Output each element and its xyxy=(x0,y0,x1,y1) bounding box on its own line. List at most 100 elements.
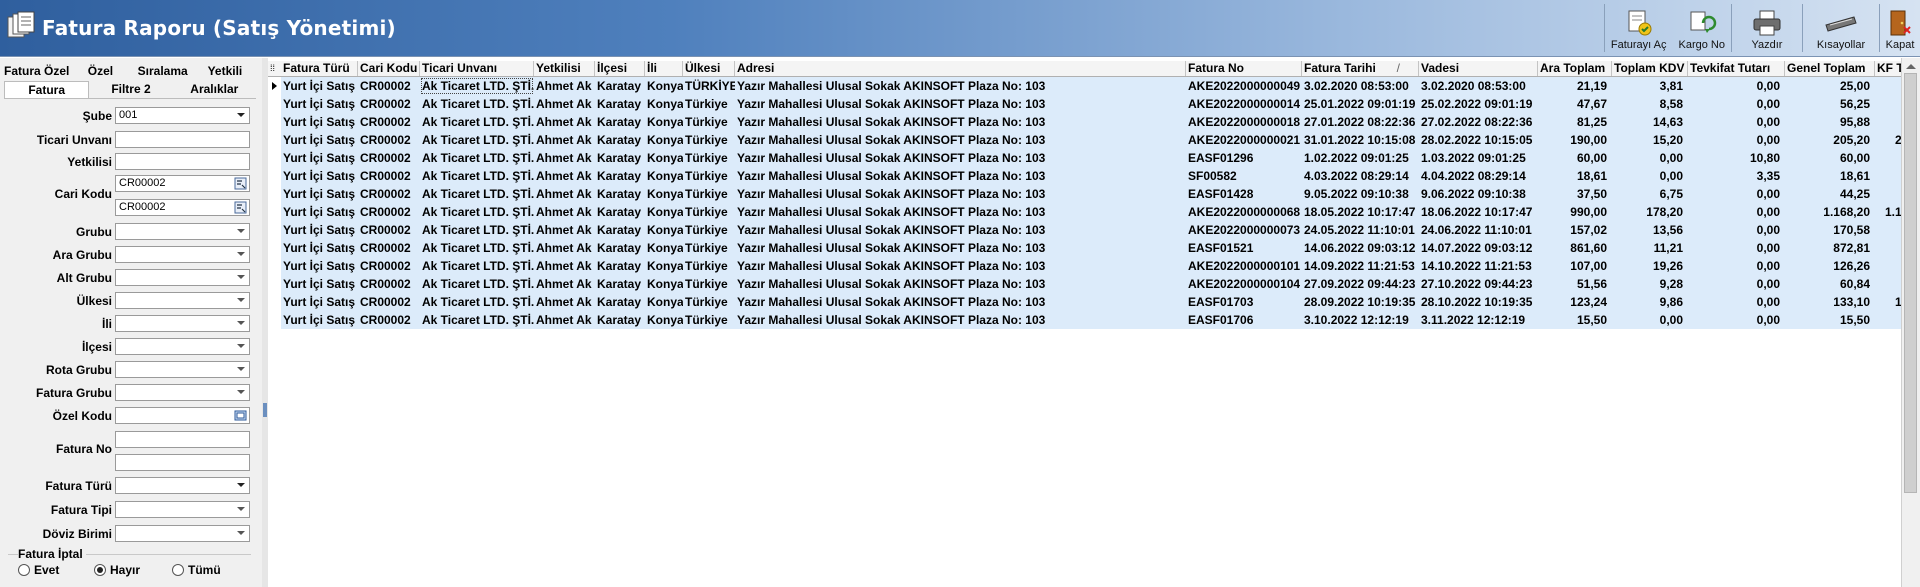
column-header-ticari-unvani[interactable]: Ticari Unvanı xyxy=(420,61,534,76)
fatura-no-to-input[interactable] xyxy=(115,454,250,471)
cell-fatura-turu[interactable]: Yurt İçi Satış xyxy=(281,185,358,203)
cell-tevkifat-tutari[interactable]: 0,00 xyxy=(1688,293,1785,311)
lookup-icon[interactable] xyxy=(234,177,247,190)
cell-fatura-tarihi[interactable]: 25.01.2022 09:01:19 xyxy=(1302,95,1419,113)
column-header-fatura-turu[interactable]: Fatura Türü xyxy=(281,61,358,76)
cell-vadesi[interactable]: 3.02.2020 08:53:00 xyxy=(1419,77,1538,95)
cell-genel-toplam[interactable]: 170,58 xyxy=(1785,221,1875,239)
cell-tevkifat-tutari[interactable]: 3,35 xyxy=(1688,167,1785,185)
row-indicator[interactable] xyxy=(268,239,281,257)
cell-fatura-turu[interactable]: Yurt İçi Satış xyxy=(281,311,358,329)
tab-siralama[interactable]: Sıralama xyxy=(132,63,194,80)
radio-hayir[interactable]: Hayır xyxy=(94,563,140,577)
cell-adresi[interactable]: Yazır Mahallesi Ulusal Sokak AKINSOFT Pl… xyxy=(735,275,1186,293)
cell-tevkifat-tutari[interactable]: 0,00 xyxy=(1688,95,1785,113)
cell-adresi[interactable]: Yazır Mahallesi Ulusal Sokak AKINSOFT Pl… xyxy=(735,185,1186,203)
cell-ilcesi[interactable]: Karatay xyxy=(595,311,645,329)
cell-adresi[interactable]: Yazır Mahallesi Ulusal Sokak AKINSOFT Pl… xyxy=(735,203,1186,221)
cell-yetkilisi[interactable]: Ahmet Ak xyxy=(534,275,595,293)
cell-cari-kodu[interactable]: CR00002 xyxy=(358,311,420,329)
cell-adresi[interactable]: Yazır Mahallesi Ulusal Sokak AKINSOFT Pl… xyxy=(735,77,1186,95)
cell-ilcesi[interactable]: Karatay xyxy=(595,77,645,95)
alt-grubu-select[interactable] xyxy=(115,269,250,286)
cell-ticari-unvani[interactable]: Ak Ticaret LTD. ŞTİ. xyxy=(420,239,534,257)
cell-cari-kodu[interactable]: CR00002 xyxy=(358,257,420,275)
lookup-icon[interactable] xyxy=(234,201,247,214)
cell-cari-kodu[interactable]: CR00002 xyxy=(358,113,420,131)
cell-ticari-unvani[interactable]: Ak Ticaret LTD. ŞTİ. xyxy=(420,293,534,311)
cell-ara-toplam[interactable]: 21,19 xyxy=(1538,77,1612,95)
tab-ozel[interactable]: Özel xyxy=(69,63,131,80)
yetkilisi-input[interactable] xyxy=(115,153,250,170)
cell-ili[interactable]: Konya xyxy=(645,239,683,257)
radio-button[interactable] xyxy=(172,564,184,576)
cell-ticari-unvani[interactable]: Ak Ticaret LTD. ŞTİ. xyxy=(420,95,534,113)
cell-cari-kodu[interactable]: CR00002 xyxy=(358,77,420,95)
cell-ara-toplam[interactable]: 157,02 xyxy=(1538,221,1612,239)
cell-fatura-no[interactable]: EASF01521 xyxy=(1186,239,1302,257)
ulkesi-select[interactable] xyxy=(115,292,250,309)
cari-kodu-to-input[interactable]: CR00002 xyxy=(115,199,250,216)
cell-yetkilisi[interactable]: Ahmet Ak xyxy=(534,257,595,275)
cell-vadesi[interactable]: 27.02.2022 08:22:36 xyxy=(1419,113,1538,131)
cell-toplam-kdv[interactable]: 11,21 xyxy=(1612,239,1688,257)
cell-ara-toplam[interactable]: 861,60 xyxy=(1538,239,1612,257)
column-header-fatura-tarihi[interactable]: Fatura Tarihi / xyxy=(1302,61,1419,76)
row-indicator[interactable] xyxy=(268,311,281,329)
cell-fatura-no[interactable]: AKE2022000000014 xyxy=(1186,95,1302,113)
cell-ara-toplam[interactable]: 190,00 xyxy=(1538,131,1612,149)
row-indicator[interactable] xyxy=(268,257,281,275)
cell-fatura-tarihi[interactable]: 9.05.2022 09:10:38 xyxy=(1302,185,1419,203)
cell-cari-kodu[interactable]: CR00002 xyxy=(358,149,420,167)
cell-tevkifat-tutari[interactable]: 0,00 xyxy=(1688,203,1785,221)
cell-cari-kodu[interactable]: CR00002 xyxy=(358,131,420,149)
grubu-select[interactable] xyxy=(115,223,250,240)
row-indicator[interactable] xyxy=(268,221,281,239)
cell-vadesi[interactable]: 28.02.2022 10:15:05 xyxy=(1419,131,1538,149)
cell-tevkifat-tutari[interactable]: 0,00 xyxy=(1688,311,1785,329)
cell-cari-kodu[interactable]: CR00002 xyxy=(358,95,420,113)
cell-ili[interactable]: Konya xyxy=(645,167,683,185)
ilcesi-select[interactable] xyxy=(115,338,250,355)
column-header-tevkifat-tutari[interactable]: Tevkifat Tutarı xyxy=(1688,61,1785,76)
radio-button[interactable] xyxy=(18,564,30,576)
cell-toplam-kdv[interactable]: 19,26 xyxy=(1612,257,1688,275)
cell-tevkifat-tutari[interactable]: 10,80 xyxy=(1688,149,1785,167)
cell-ili[interactable]: Konya xyxy=(645,275,683,293)
cell-vadesi[interactable]: 9.06.2022 09:10:38 xyxy=(1419,185,1538,203)
cell-ilcesi[interactable]: Karatay xyxy=(595,203,645,221)
cell-fatura-tarihi[interactable]: 24.05.2022 11:10:01 xyxy=(1302,221,1419,239)
cell-adresi[interactable]: Yazır Mahallesi Ulusal Sokak AKINSOFT Pl… xyxy=(735,293,1186,311)
cell-genel-toplam[interactable]: 872,81 xyxy=(1785,239,1875,257)
cell-cari-kodu[interactable]: CR00002 xyxy=(358,221,420,239)
cell-ili[interactable]: Konya xyxy=(645,203,683,221)
table-row[interactable]: Yurt İçi Satış CR00002 Ak Ticaret LTD. ŞTİ… xyxy=(268,131,1920,149)
cell-vadesi[interactable]: 14.10.2022 11:21:53 xyxy=(1419,257,1538,275)
open-invoice-button[interactable]: Faturayı Aç xyxy=(1605,2,1673,54)
cell-toplam-kdv[interactable]: 6,75 xyxy=(1612,185,1688,203)
table-row[interactable]: Yurt İçi Satış CR00002 Ak Ticaret LTD. ŞTİ… xyxy=(268,77,1920,95)
column-header-ara-toplam[interactable]: Ara Toplam xyxy=(1538,61,1612,76)
cell-ilcesi[interactable]: Karatay xyxy=(595,131,645,149)
cell-ulkesi[interactable]: Türkiye xyxy=(683,311,735,329)
cell-toplam-kdv[interactable]: 0,00 xyxy=(1612,311,1688,329)
cell-fatura-turu[interactable]: Yurt İçi Satış xyxy=(281,221,358,239)
cell-fatura-no[interactable]: AKE2022000000101 xyxy=(1186,257,1302,275)
cell-fatura-no[interactable]: SF00582 xyxy=(1186,167,1302,185)
cell-fatura-no[interactable]: AKE2022000000073 xyxy=(1186,221,1302,239)
cell-ilcesi[interactable]: Karatay xyxy=(595,275,645,293)
vertical-scrollbar[interactable] xyxy=(1901,58,1920,587)
cell-yetkilisi[interactable]: Ahmet Ak xyxy=(534,293,595,311)
cell-ili[interactable]: Konya xyxy=(645,257,683,275)
cell-cari-kodu[interactable]: CR00002 xyxy=(358,239,420,257)
cell-toplam-kdv[interactable]: 14,63 xyxy=(1612,113,1688,131)
cell-ara-toplam[interactable]: 51,56 xyxy=(1538,275,1612,293)
cell-ilcesi[interactable]: Karatay xyxy=(595,95,645,113)
table-row[interactable]: Yurt İçi Satış CR00002 Ak Ticaret LTD. ŞTİ… xyxy=(268,167,1920,185)
cell-ticari-unvani[interactable]: Ak Ticaret LTD. ŞTİ. xyxy=(420,77,534,95)
cell-fatura-tarihi[interactable]: 3.10.2022 12:12:19 xyxy=(1302,311,1419,329)
cell-toplam-kdv[interactable]: 9,86 xyxy=(1612,293,1688,311)
shortcuts-button[interactable]: Kısayollar xyxy=(1803,2,1879,54)
cell-ticari-unvani[interactable]: Ak Ticaret LTD. ŞTİ. xyxy=(420,203,534,221)
cell-fatura-turu[interactable]: Yurt İçi Satış xyxy=(281,257,358,275)
